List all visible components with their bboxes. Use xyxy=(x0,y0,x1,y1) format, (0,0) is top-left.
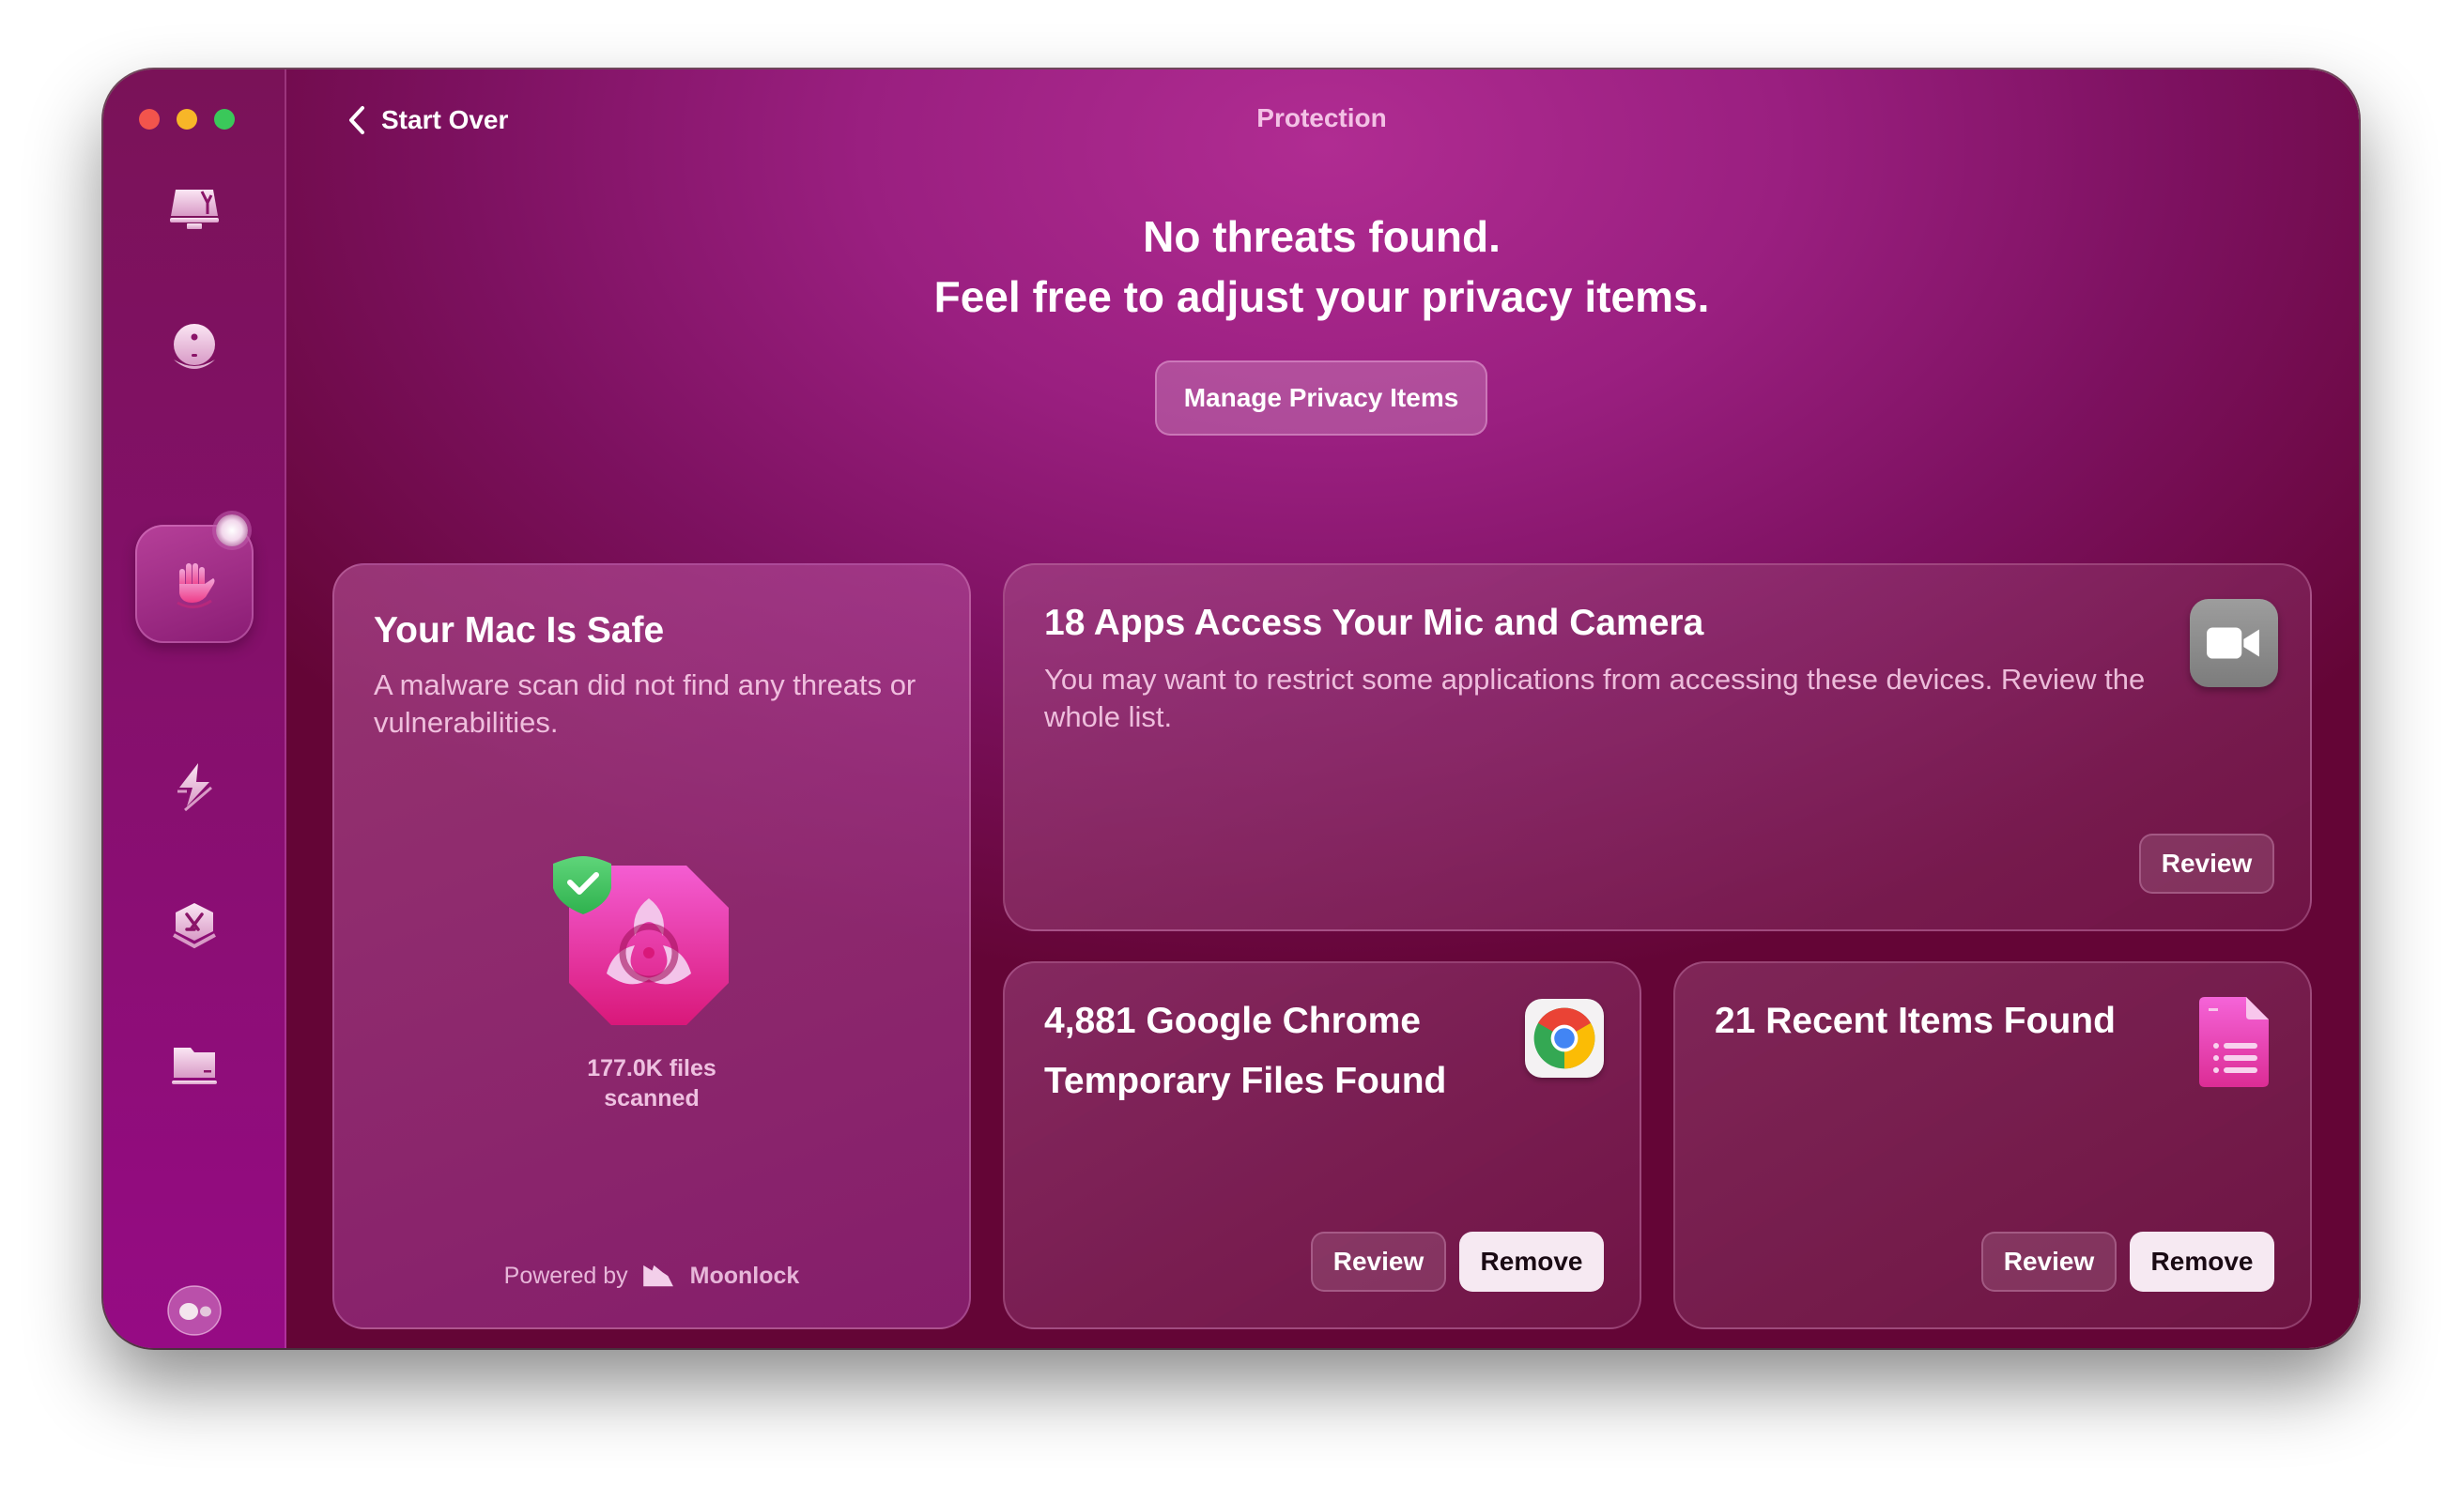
mac-safe-card: Your Mac Is Safe A malware scan did not … xyxy=(332,563,971,1329)
chrome-review-button[interactable]: Review xyxy=(1311,1232,1446,1292)
hero-message: No threats found. Feel free to adjust yo… xyxy=(285,207,2359,327)
recent-document-list-icon xyxy=(2199,997,2269,1087)
recent-items-card: 21 Recent Items Found Review Remove xyxy=(1673,961,2312,1329)
window-title: Protection xyxy=(1256,103,1387,132)
sidebar-item-performance[interactable] xyxy=(164,758,224,818)
recent-remove-button[interactable]: Remove xyxy=(2130,1232,2274,1292)
powered-by-label: Powered by xyxy=(503,1263,628,1289)
files-count: 177.0K files xyxy=(587,1055,716,1081)
folder-icon xyxy=(171,1048,217,1084)
card-title-line-2: Temporary Files Found xyxy=(1044,1061,1447,1101)
app-window: Start Over Protection No threats found. … xyxy=(103,69,2359,1348)
assistant-icon xyxy=(166,1285,222,1336)
card-description: A malware scan did not find any threats … xyxy=(374,668,916,739)
card-title-line-1: 4,881 Google Chrome xyxy=(1044,1001,1421,1041)
card-title: 4,881 Google Chrome Temporary Files Foun… xyxy=(1044,991,1446,1111)
sidebar-item-my-clutter[interactable] xyxy=(164,1036,224,1096)
files-scanned-stat: 177.0K files scanned xyxy=(334,1053,969,1113)
moonlock-logo-icon xyxy=(642,1265,673,1286)
card-title: Your Mac Is Safe xyxy=(374,610,665,651)
facetime-camera-icon xyxy=(2190,599,2278,687)
mic-camera-card: 18 Apps Access Your Mic and Camera You m… xyxy=(1003,563,2312,931)
moonlock-brand: Moonlock xyxy=(689,1263,800,1289)
disk-sphere-icon xyxy=(173,324,215,369)
hero-line-2: Feel free to adjust your privacy items. xyxy=(933,272,1710,321)
recent-review-button[interactable]: Review xyxy=(1981,1232,2117,1292)
sidebar-item-applications[interactable] xyxy=(164,896,224,956)
files-label: scanned xyxy=(604,1085,700,1111)
sidebar xyxy=(103,69,286,1348)
card-description: You may want to restrict some applicatio… xyxy=(1044,663,2146,733)
chrome-remove-button[interactable]: Remove xyxy=(1459,1232,1604,1292)
malware-scan-illustration xyxy=(546,856,743,1044)
card-title: 21 Recent Items Found xyxy=(1715,1001,2116,1041)
app-hexagon-icon xyxy=(172,903,216,949)
lightning-icon xyxy=(177,763,212,812)
assistant-button[interactable] xyxy=(164,1280,224,1341)
hero-line-1: No threats found. xyxy=(1143,212,1501,261)
monitor-broom-icon xyxy=(169,190,219,229)
google-chrome-icon xyxy=(1525,999,1604,1078)
manage-privacy-items-button[interactable]: Manage Privacy Items xyxy=(1155,360,1487,436)
mic-review-button[interactable]: Review xyxy=(2139,834,2274,894)
powered-by: Powered by Moonlock xyxy=(334,1263,969,1290)
protection-status-badge xyxy=(216,514,248,546)
sidebar-item-cleanup[interactable] xyxy=(164,318,224,378)
chrome-temp-files-card: 4,881 Google Chrome Temporary Files Foun… xyxy=(1003,961,1641,1329)
sidebar-item-smart-care[interactable] xyxy=(164,180,224,240)
hand-stop-icon xyxy=(164,554,224,614)
card-title: 18 Apps Access Your Mic and Camera xyxy=(1044,603,1704,643)
